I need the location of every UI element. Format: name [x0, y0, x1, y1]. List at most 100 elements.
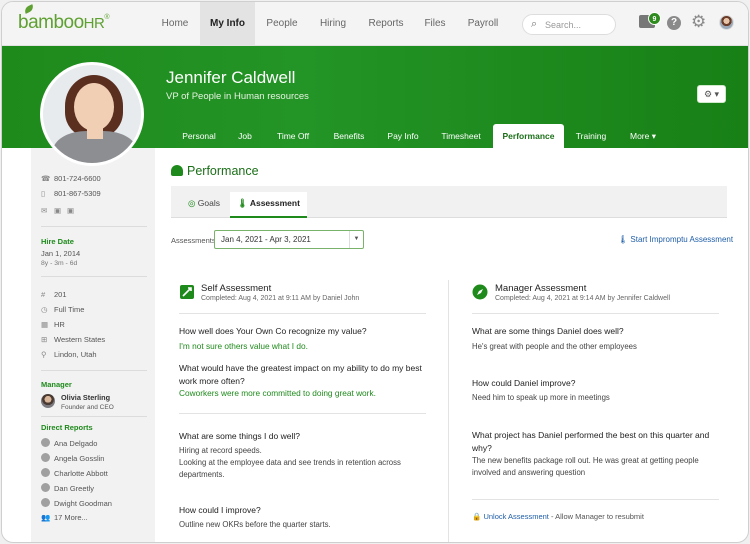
manager-question-3: What project has Daniel performed the be… [472, 430, 710, 453]
self-answer-3: Hiring at record speeds. Looking at the … [179, 446, 401, 479]
email-icon[interactable]: ✉ [41, 206, 51, 215]
mobile-phone-row: ▯ 801-867-5309 [41, 189, 101, 198]
tab-personal[interactable]: Personal [174, 124, 224, 148]
direct-report-item[interactable]: Dan Greetly [41, 483, 94, 493]
divider [179, 313, 426, 314]
direct-report-item[interactable]: Dwight Goodman [41, 498, 112, 508]
assessments-label: Assessments [171, 236, 216, 245]
start-link-label: Start Impromptu Assessment [630, 235, 734, 244]
hash-icon: # [41, 290, 46, 299]
logo-registered-mark: ® [104, 14, 110, 21]
employee-number-row: #201 [41, 290, 67, 299]
employment-type: Full Time [54, 305, 85, 314]
assessment-period-select[interactable]: Jan 4, 2021 - Apr 3, 2021 ▼ [214, 230, 364, 249]
division: Western States [54, 335, 106, 344]
divider [472, 499, 719, 500]
tab-pay-info[interactable]: Pay Info [380, 124, 426, 148]
twitter-icon[interactable]: ▣ [54, 206, 64, 215]
nav-item-my-info[interactable]: My Info [200, 2, 255, 46]
direct-report-item[interactable]: Angela Gosslin [41, 453, 104, 463]
manager-label: Manager [41, 380, 72, 389]
self-question-2: What would have the greatest impact on m… [179, 363, 422, 386]
location-pin-icon: ⚲ [41, 350, 47, 359]
chevron-down-icon: ▼ [349, 231, 363, 248]
subtab-goals-label: Goals [197, 198, 220, 208]
profile-photo [40, 62, 144, 166]
sidebar-divider [41, 416, 147, 417]
tab-timesheet[interactable]: Timesheet [434, 124, 488, 148]
hire-date: Jan 1, 2014 [41, 249, 81, 258]
self-assessment-icon [180, 285, 194, 299]
direct-report-item[interactable]: Charlotte Abbott [41, 468, 108, 478]
employee-number: 201 [54, 290, 67, 299]
phone-icon: ☎ [41, 174, 51, 183]
column-divider [448, 280, 449, 542]
app-window: bambooHR® Home My Info People Hiring Rep… [1, 1, 749, 543]
direct-reports-label: Direct Reports [41, 423, 93, 432]
lock-icon: 🔒 [472, 512, 484, 521]
tab-job[interactable]: Job [230, 124, 260, 148]
mobile-icon: ▯ [41, 189, 46, 198]
location-row: ⚲ Lindon, Utah [41, 350, 97, 359]
direct-report-name: Dwight Goodman [54, 499, 112, 508]
subtab-assessment[interactable]: 🌡 Assessment [230, 192, 307, 218]
help-icon[interactable]: ? [667, 16, 681, 30]
unlock-assessment-link[interactable]: Unlock Assessment [483, 512, 548, 521]
person-icon [41, 468, 50, 477]
self-answer-1: I'm not sure others value what I do. [179, 341, 308, 351]
user-avatar[interactable] [719, 15, 734, 30]
tab-training[interactable]: Training [570, 124, 612, 148]
self-answer-4: Outline new OKRs before the quarter star… [179, 520, 331, 529]
divider [179, 413, 426, 414]
manager-name[interactable]: Olivia Sterling [61, 393, 110, 402]
thermometer-icon: 🌡 [618, 235, 631, 244]
bamboohr-logo[interactable]: bambooHR® [18, 4, 110, 34]
settings-gear-icon[interactable]: ⚙ [691, 13, 706, 31]
logo-text: bamboo [18, 12, 84, 33]
search-input[interactable]: ⌕ Search... [522, 14, 616, 35]
manager-title: Founder and CEO [61, 404, 114, 411]
person-icon [41, 438, 50, 447]
tab-benefits[interactable]: Benefits [326, 124, 372, 148]
unlock-assessment-row: 🔒 Unlock Assessment - Allow Manager to r… [472, 512, 644, 521]
nav-item-people[interactable]: People [260, 2, 304, 46]
manager-assessment-title: Manager Assessment [495, 283, 587, 294]
nav-item-hiring[interactable]: Hiring [312, 2, 354, 46]
manager-avatar[interactable] [41, 394, 55, 408]
tab-performance[interactable]: Performance [493, 124, 564, 148]
logo-hr-text: HR [83, 15, 105, 32]
mobile-phone: 801-867-5309 [54, 189, 101, 198]
nav-item-reports[interactable]: Reports [363, 2, 409, 46]
direct-report-name: Charlotte Abbott [54, 469, 108, 478]
facebook-icon[interactable]: ▣ [67, 206, 77, 215]
inbox-count-badge: 9 [648, 12, 661, 25]
hire-date-label: Hire Date [41, 237, 74, 246]
performance-gauge-icon [171, 165, 183, 176]
nav-item-home[interactable]: Home [154, 2, 196, 46]
nav-item-payroll[interactable]: Payroll [461, 2, 505, 46]
profile-settings-button[interactable]: ⚙ ▾ [697, 85, 726, 103]
manager-question-2: How could Daniel improve? [472, 378, 576, 388]
social-links: ✉ ▣ ▣ [41, 206, 80, 215]
start-impromptu-assessment-link[interactable]: 🌡 Start Impromptu Assessment [618, 235, 733, 244]
search-icon: ⌕ [531, 18, 538, 30]
self-assessment-completed: Completed: Aug 4, 2021 at 9:11 AM by Dan… [201, 295, 360, 302]
tab-more[interactable]: More ▾ [622, 124, 664, 148]
people-group-icon: 👥 [41, 513, 51, 522]
employment-type-row: ◷ Full Time [41, 305, 84, 314]
division-row: ⊞ Western States [41, 335, 105, 344]
more-reports-link[interactable]: 👥 17 More... [41, 513, 88, 522]
department: HR [54, 320, 65, 329]
direct-report-item[interactable]: Ana Delgado [41, 438, 97, 448]
more-reports-text: 17 More... [54, 513, 88, 522]
direct-report-name: Dan Greetly [54, 484, 95, 493]
employee-title: VP of People in Human resources [166, 91, 309, 102]
manager-answer-2: Need him to speak up more in meetings [472, 393, 610, 402]
sidebar-divider [41, 370, 147, 371]
self-answer-2: Coworkers were more committed to doing g… [179, 388, 376, 398]
nav-item-files[interactable]: Files [418, 2, 452, 46]
direct-report-name: Angela Gosslin [54, 454, 105, 463]
employee-name: Jennifer Caldwell [166, 68, 296, 87]
subtab-goals[interactable]: ◎ Goals [182, 192, 226, 218]
tab-time-off[interactable]: Time Off [268, 124, 318, 148]
